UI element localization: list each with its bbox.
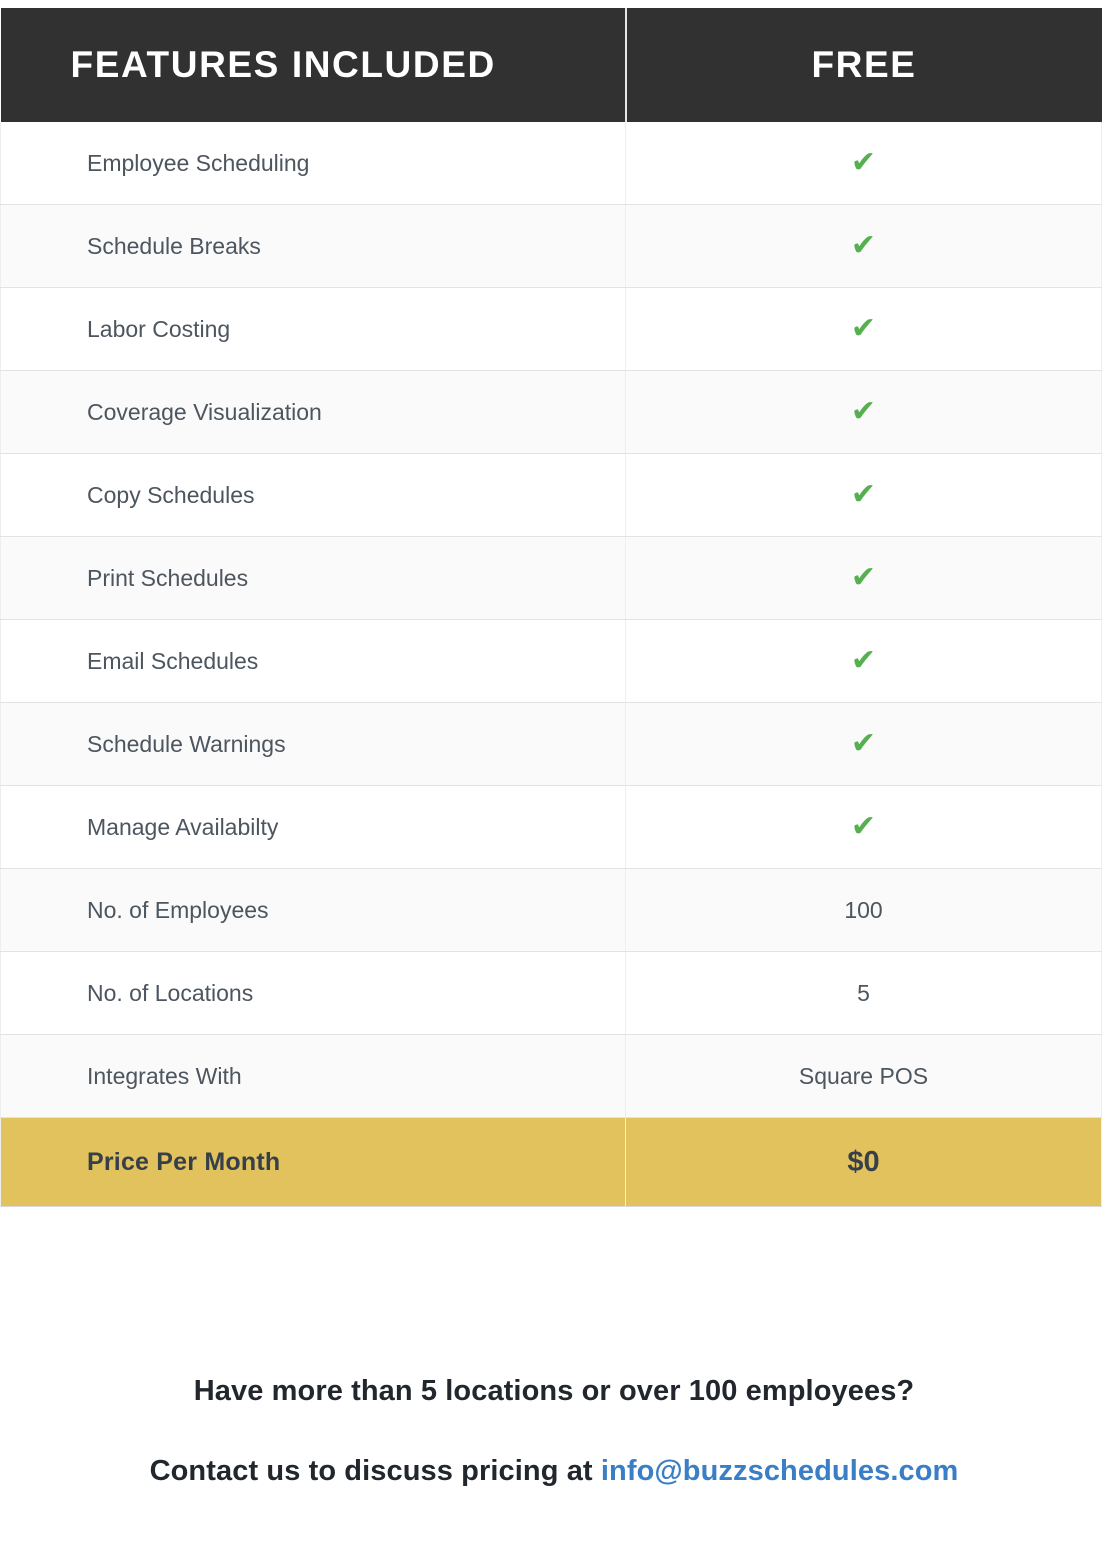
feature-value-cell: ✔ <box>625 370 1102 454</box>
feature-name-cell: Schedule Warnings <box>0 702 626 786</box>
table-row: Print Schedules ✔ <box>0 536 1102 620</box>
feature-name-cell: Integrates With <box>0 1034 626 1118</box>
table-row: Schedule Warnings ✔ <box>0 702 1102 786</box>
contact-invitation: Contact us to discuss pricing at info@bu… <box>0 1455 1108 1488</box>
feature-name-cell: Manage Availabilty <box>0 785 626 869</box>
table-row: Schedule Breaks ✔ <box>0 204 1102 288</box>
check-icon: ✔ <box>850 146 877 179</box>
feature-value-cell: ✔ <box>625 702 1102 786</box>
feature-name-cell: Labor Costing <box>0 287 626 371</box>
contact-block: Have more than 5 locations or over 100 e… <box>0 1375 1108 1488</box>
check-icon: ✔ <box>850 312 877 345</box>
table-row: Email Schedules ✔ <box>0 619 1102 703</box>
check-icon: ✔ <box>850 727 877 760</box>
price-row: Price Per Month $0 <box>0 1117 1102 1207</box>
table-row: Copy Schedules ✔ <box>0 453 1102 537</box>
pricing-comparison-table: FEATURES INCLUDED FREE Employee Scheduli… <box>0 8 1102 1207</box>
contact-prefix-text: Contact us to discuss pricing at <box>149 1455 601 1487</box>
feature-value-cell: 100 <box>625 868 1102 952</box>
price-label-cell: Price Per Month <box>0 1117 626 1207</box>
feature-name-cell: Schedule Breaks <box>0 204 626 288</box>
price-value-cell: $0 <box>625 1117 1102 1207</box>
check-icon: ✔ <box>850 395 877 428</box>
column-header-features: FEATURES INCLUDED <box>0 8 626 122</box>
table-row: Integrates With Square POS <box>0 1034 1102 1118</box>
feature-name-cell: No. of Employees <box>0 868 626 952</box>
table-row: Manage Availabilty ✔ <box>0 785 1102 869</box>
feature-value-cell: ✔ <box>625 287 1102 371</box>
feature-value-cell: Square POS <box>625 1034 1102 1118</box>
contact-email-link[interactable]: info@buzzschedules.com <box>601 1455 959 1487</box>
feature-value-cell: ✔ <box>625 453 1102 537</box>
column-header-free-plan: FREE <box>624 8 1102 122</box>
feature-name-cell: Email Schedules <box>0 619 626 703</box>
feature-value-cell: ✔ <box>625 536 1102 620</box>
feature-name-cell: Coverage Visualization <box>0 370 626 454</box>
feature-name-cell: Print Schedules <box>0 536 626 620</box>
check-icon: ✔ <box>850 644 877 677</box>
check-icon: ✔ <box>850 561 877 594</box>
check-icon: ✔ <box>850 229 877 262</box>
table-row: Employee Scheduling ✔ <box>0 122 1102 205</box>
table-header-row: FEATURES INCLUDED FREE <box>0 8 1102 122</box>
feature-value-cell: ✔ <box>625 122 1102 205</box>
table-row: No. of Locations 5 <box>0 951 1102 1035</box>
contact-question: Have more than 5 locations or over 100 e… <box>193 1375 915 1407</box>
table-row: No. of Employees 100 <box>0 868 1102 952</box>
table-body: Employee Scheduling ✔ Schedule Breaks ✔ Labo… <box>0 122 1102 1207</box>
table-header: FEATURES INCLUDED FREE <box>0 8 1102 122</box>
feature-name-cell: Employee Scheduling <box>0 122 626 205</box>
feature-value-cell: ✔ <box>625 785 1102 869</box>
pricing-page: FEATURES INCLUDED FREE Employee Scheduli… <box>0 0 1108 1549</box>
check-icon: ✔ <box>850 810 877 843</box>
feature-value-cell: ✔ <box>625 619 1102 703</box>
feature-name-cell: Copy Schedules <box>0 453 626 537</box>
feature-value-cell: ✔ <box>625 204 1102 288</box>
feature-value-cell: 5 <box>625 951 1102 1035</box>
table-row: Labor Costing ✔ <box>0 287 1102 371</box>
check-icon: ✔ <box>850 478 877 511</box>
table-row: Coverage Visualization ✔ <box>0 370 1102 454</box>
feature-name-cell: No. of Locations <box>0 951 626 1035</box>
